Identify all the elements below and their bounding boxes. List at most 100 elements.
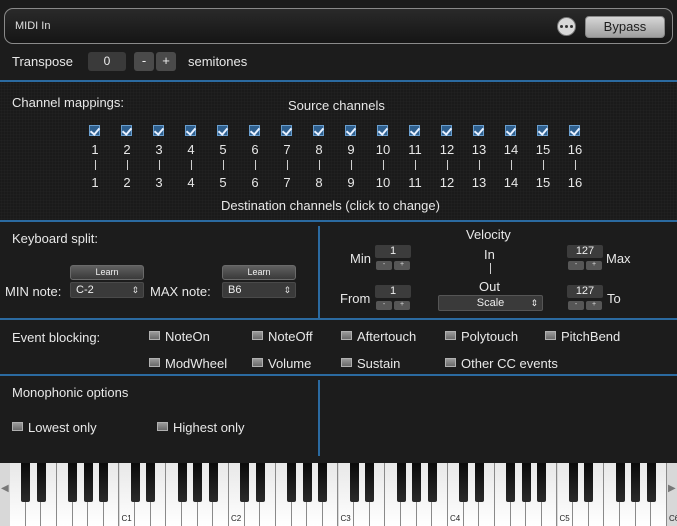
max-note-learn-button[interactable]: Learn — [222, 265, 296, 280]
destination-channel-9[interactable]: 9 — [339, 175, 363, 190]
lowest-only-checkbox[interactable] — [12, 422, 23, 431]
block-noteon-label[interactable]: NoteOn — [165, 329, 210, 344]
black-key[interactable] — [146, 463, 156, 502]
block-noteoff-checkbox[interactable] — [252, 331, 263, 340]
black-key[interactable] — [193, 463, 203, 502]
transpose-decrement-button[interactable]: - — [134, 52, 154, 71]
min-note-select[interactable]: C-2 ⇕ — [70, 282, 144, 298]
destination-channel-14[interactable]: 14 — [499, 175, 523, 190]
destination-channel-6[interactable]: 6 — [243, 175, 267, 190]
destination-channel-16[interactable]: 16 — [563, 175, 587, 190]
black-key[interactable] — [427, 463, 437, 502]
destination-channel-13[interactable]: 13 — [467, 175, 491, 190]
velocity-from-increment[interactable]: + — [394, 301, 410, 310]
min-note-learn-button[interactable]: Learn — [70, 265, 144, 280]
velocity-from-input[interactable]: 1 — [375, 285, 411, 298]
channel-13-checkbox[interactable] — [473, 125, 484, 136]
black-key[interactable] — [130, 463, 140, 502]
destination-channel-4[interactable]: 4 — [179, 175, 203, 190]
bypass-button[interactable]: Bypass — [585, 16, 665, 38]
channel-10-checkbox[interactable] — [377, 125, 388, 136]
velocity-min-increment[interactable]: + — [394, 261, 410, 270]
black-key[interactable] — [318, 463, 328, 502]
black-key[interactable] — [506, 463, 516, 502]
velocity-max-input[interactable]: 127 — [567, 245, 603, 258]
transpose-input[interactable]: 0 — [88, 52, 126, 71]
velocity-max-increment[interactable]: + — [586, 261, 602, 270]
destination-channel-7[interactable]: 7 — [275, 175, 299, 190]
block-modwheel-label[interactable]: ModWheel — [165, 356, 227, 371]
black-key[interactable] — [83, 463, 93, 502]
black-key[interactable] — [177, 463, 187, 502]
destination-channel-5[interactable]: 5 — [211, 175, 235, 190]
destination-channel-10[interactable]: 10 — [371, 175, 395, 190]
black-key[interactable] — [255, 463, 265, 502]
destination-channel-3[interactable]: 3 — [147, 175, 171, 190]
highest-only-label[interactable]: Highest only — [173, 420, 245, 435]
velocity-to-input[interactable]: 127 — [567, 285, 603, 298]
channel-12-checkbox[interactable] — [441, 125, 452, 136]
channel-14-checkbox[interactable] — [505, 125, 516, 136]
destination-channel-2[interactable]: 2 — [115, 175, 139, 190]
black-key[interactable] — [99, 463, 109, 502]
block-pitchbend-label[interactable]: PitchBend — [561, 329, 620, 344]
block-noteon-checkbox[interactable] — [149, 331, 160, 340]
velocity-from-decrement[interactable]: - — [376, 301, 392, 310]
destination-channel-1[interactable]: 1 — [83, 175, 107, 190]
black-key[interactable] — [302, 463, 312, 502]
block-aftertouch-checkbox[interactable] — [341, 331, 352, 340]
block-sustain-label[interactable]: Sustain — [357, 356, 400, 371]
block-sustain-checkbox[interactable] — [341, 358, 352, 367]
ellipsis-icon[interactable] — [557, 17, 576, 36]
black-key[interactable] — [521, 463, 531, 502]
channel-11-checkbox[interactable] — [409, 125, 420, 136]
black-key[interactable] — [537, 463, 547, 502]
channel-2-checkbox[interactable] — [121, 125, 132, 136]
black-key[interactable] — [584, 463, 594, 502]
velocity-min-input[interactable]: 1 — [375, 245, 411, 258]
scroll-right-icon[interactable]: ▶ — [668, 483, 676, 494]
black-key[interactable] — [208, 463, 218, 502]
block-polytouch-checkbox[interactable] — [445, 331, 456, 340]
black-key[interactable] — [631, 463, 641, 502]
block-other-cc-events-checkbox[interactable] — [445, 358, 456, 367]
black-key[interactable] — [349, 463, 359, 502]
black-key[interactable] — [240, 463, 250, 502]
destination-channel-11[interactable]: 11 — [403, 175, 427, 190]
channel-1-checkbox[interactable] — [89, 125, 100, 136]
black-key[interactable] — [646, 463, 656, 502]
block-other-cc-events-label[interactable]: Other CC events — [461, 356, 558, 371]
velocity-max-decrement[interactable]: - — [568, 261, 584, 270]
channel-4-checkbox[interactable] — [185, 125, 196, 136]
black-key[interactable] — [568, 463, 578, 502]
max-note-select[interactable]: B6 ⇕ — [222, 282, 296, 298]
transpose-increment-button[interactable]: + — [156, 52, 176, 71]
block-volume-label[interactable]: Volume — [268, 356, 311, 371]
channel-15-checkbox[interactable] — [537, 125, 548, 136]
scroll-left-icon[interactable]: ◀ — [1, 483, 9, 494]
black-key[interactable] — [68, 463, 78, 502]
black-key[interactable] — [412, 463, 422, 502]
black-key[interactable] — [396, 463, 406, 502]
highest-only-checkbox[interactable] — [157, 422, 168, 431]
block-noteoff-label[interactable]: NoteOff — [268, 329, 313, 344]
destination-channel-8[interactable]: 8 — [307, 175, 331, 190]
block-pitchbend-checkbox[interactable] — [545, 331, 556, 340]
destination-channel-15[interactable]: 15 — [531, 175, 555, 190]
black-key[interactable] — [287, 463, 297, 502]
channel-7-checkbox[interactable] — [281, 125, 292, 136]
black-key[interactable] — [365, 463, 375, 502]
black-key[interactable] — [21, 463, 31, 502]
channel-8-checkbox[interactable] — [313, 125, 324, 136]
black-key[interactable] — [615, 463, 625, 502]
channel-16-checkbox[interactable] — [569, 125, 580, 136]
piano-keyboard[interactable]: C1 C2 C3 C4 C5 C6 ◀ ▶ — [0, 463, 677, 526]
block-volume-checkbox[interactable] — [252, 358, 263, 367]
channel-3-checkbox[interactable] — [153, 125, 164, 136]
block-polytouch-label[interactable]: Polytouch — [461, 329, 518, 344]
velocity-min-decrement[interactable]: - — [376, 261, 392, 270]
block-modwheel-checkbox[interactable] — [149, 358, 160, 367]
velocity-mode-select[interactable]: Scale ⇕ — [438, 295, 543, 311]
black-key[interactable] — [36, 463, 46, 502]
velocity-to-decrement[interactable]: - — [568, 301, 584, 310]
